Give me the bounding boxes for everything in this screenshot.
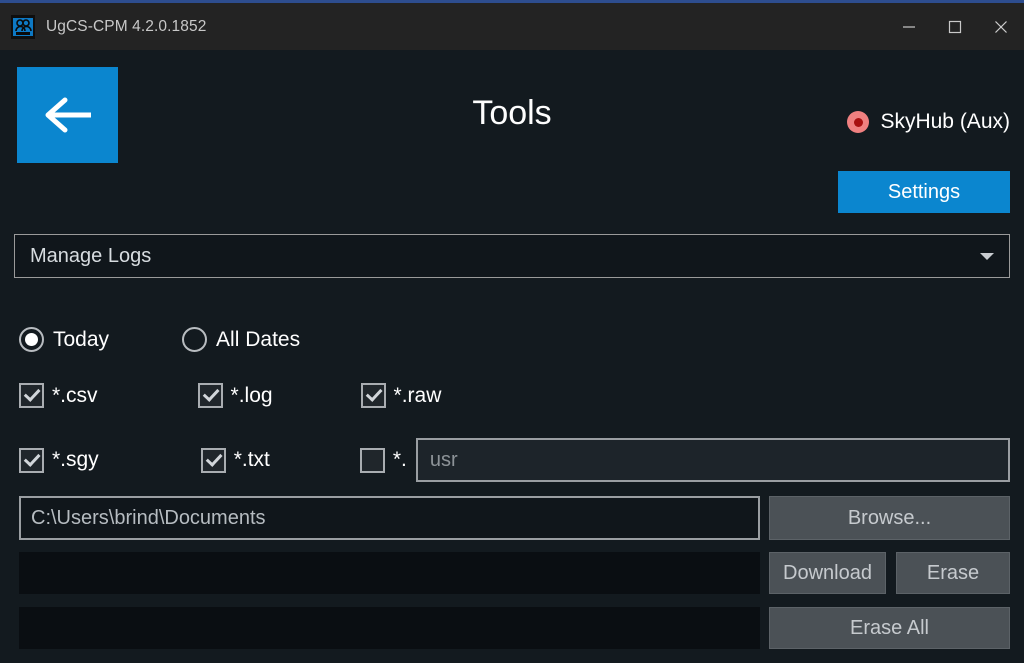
red-dot-icon bbox=[847, 111, 870, 133]
minimize-icon[interactable] bbox=[886, 3, 932, 50]
checkbox-custom-ext-mark bbox=[359, 447, 385, 473]
checkbox-csv[interactable]: *.csv bbox=[19, 383, 98, 408]
erase-all-button[interactable]: Erase All bbox=[769, 607, 1010, 649]
settings-button[interactable]: Settings bbox=[838, 171, 1010, 213]
checkbox-raw[interactable]: *.raw bbox=[360, 383, 442, 408]
radio-today-mark bbox=[19, 327, 44, 352]
app-title: UgCS-CPM 4.2.0.1852 bbox=[46, 17, 207, 35]
custom-extension-input[interactable] bbox=[415, 438, 1010, 482]
page-header: Tools SkyHub (Aux) Settings bbox=[0, 50, 1024, 213]
checkbox-sgy-mark bbox=[19, 447, 44, 473]
file-type-row-1: *.csv *.log *.raw bbox=[19, 383, 441, 408]
checkbox-txt[interactable]: *.txt bbox=[200, 447, 270, 473]
status-label: SkyHub (Aux) bbox=[880, 110, 1010, 133]
checkbox-log-mark bbox=[197, 383, 223, 408]
checkbox-log[interactable]: *.log bbox=[197, 383, 273, 408]
maximize-icon[interactable] bbox=[932, 3, 978, 50]
progress-bar-secondary bbox=[19, 607, 760, 649]
mode-dropdown[interactable]: Manage Logs bbox=[14, 234, 1010, 278]
radio-all-dates[interactable]: All Dates bbox=[182, 327, 300, 352]
checkbox-raw-label: *.raw bbox=[393, 383, 442, 407]
checkbox-custom-ext-label: *. bbox=[392, 448, 407, 471]
checkbox-custom-ext[interactable]: *. bbox=[359, 447, 407, 473]
title-bar-left: UgCS-CPM 4.2.0.1852 bbox=[0, 14, 207, 39]
date-filter-group: Today All Dates bbox=[19, 327, 300, 352]
chevron-down-icon bbox=[980, 252, 994, 260]
checkbox-raw-mark bbox=[360, 383, 386, 408]
window-controls bbox=[886, 3, 1024, 50]
checkbox-sgy[interactable]: *.sgy bbox=[19, 447, 99, 473]
checkbox-csv-label: *.csv bbox=[52, 383, 98, 407]
radio-today[interactable]: Today bbox=[19, 327, 109, 352]
checkbox-csv-mark bbox=[19, 383, 44, 408]
radio-today-label: Today bbox=[53, 327, 110, 351]
status-badge: SkyHub (Aux) bbox=[847, 110, 1010, 134]
checkbox-txt-mark bbox=[200, 447, 226, 473]
people-industrial-icon bbox=[11, 14, 35, 39]
destination-path-input[interactable] bbox=[19, 496, 760, 540]
page-body: Tools SkyHub (Aux) Settings Manage Logs … bbox=[0, 50, 1024, 663]
radio-all-dates-label: All Dates bbox=[216, 327, 301, 351]
browse-button[interactable]: Browse... bbox=[769, 496, 1010, 540]
checkbox-log-label: *.log bbox=[230, 383, 273, 407]
download-button[interactable]: Download bbox=[769, 552, 886, 594]
title-bar: UgCS-CPM 4.2.0.1852 bbox=[0, 3, 1024, 50]
erase-button[interactable]: Erase bbox=[896, 552, 1010, 594]
close-icon[interactable] bbox=[978, 3, 1024, 50]
checkbox-sgy-label: *.sgy bbox=[52, 448, 99, 471]
file-type-row-2: *.sgy *.txt *. bbox=[19, 438, 1010, 482]
mode-dropdown-value: Manage Logs bbox=[30, 244, 152, 267]
checkbox-txt-label: *.txt bbox=[233, 448, 270, 471]
progress-bar-primary bbox=[19, 552, 760, 594]
radio-all-dates-mark bbox=[182, 327, 208, 352]
